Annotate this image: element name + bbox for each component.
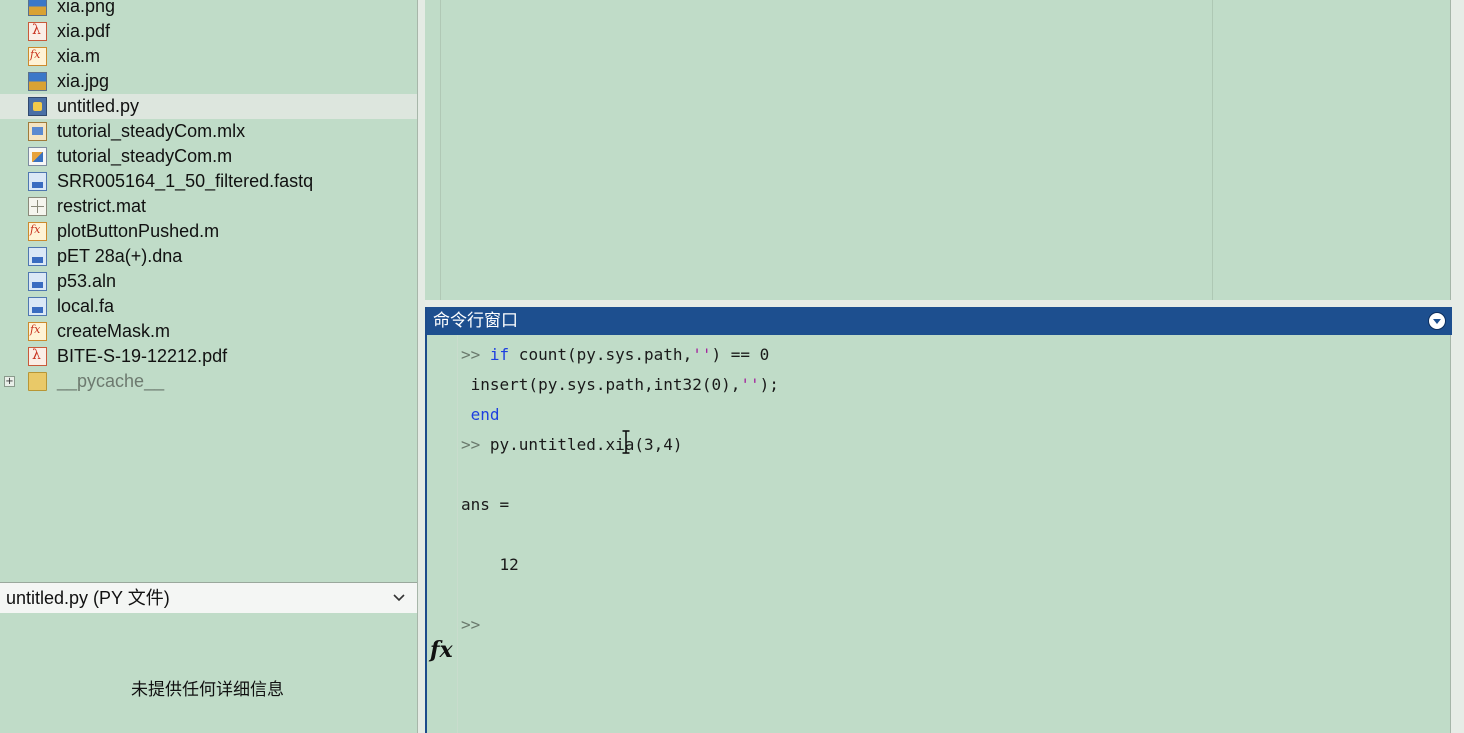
file-item[interactable]: xia.m bbox=[0, 44, 417, 69]
file-name: tutorial_steadyCom.m bbox=[57, 146, 233, 166]
file-item[interactable]: tutorial_steadyCom.mlx bbox=[0, 119, 417, 144]
file-name: pET 28a(+).dna bbox=[57, 246, 183, 266]
file-item[interactable]: p53.aln bbox=[0, 269, 417, 294]
matlab-script-icon bbox=[28, 222, 47, 241]
file-item[interactable]: pET 28a(+).dna bbox=[0, 244, 417, 269]
matlab-script-icon bbox=[28, 322, 47, 341]
prompt-symbol: >> bbox=[461, 345, 481, 364]
file-name: createMask.m bbox=[57, 321, 171, 341]
current-folder-panel: xia.png xia.pdf xia.m xia.jpg untitled.py tut… bbox=[0, 0, 417, 580]
code-string: '' bbox=[740, 375, 760, 394]
file-name: xia.png bbox=[57, 0, 116, 16]
chevron-down-icon[interactable] bbox=[391, 589, 407, 605]
file-name: xia.m bbox=[57, 46, 101, 66]
command-prompt-line: >> if count(py.sys.path,'') == 0 bbox=[461, 345, 769, 365]
file-name: plotButtonPushed.m bbox=[57, 221, 220, 241]
command-output-line: end bbox=[461, 405, 500, 425]
file-name: xia.jpg bbox=[57, 71, 110, 91]
file-item[interactable]: BITE-S-19-12212.pdf bbox=[0, 344, 417, 369]
image-file-icon bbox=[28, 0, 47, 16]
details-pane: 未提供任何详细信息 bbox=[0, 613, 417, 733]
file-name: BITE-S-19-12212.pdf bbox=[57, 346, 228, 366]
command-prompt-line: >> bbox=[461, 615, 480, 635]
expand-icon[interactable]: + bbox=[4, 376, 15, 387]
function-browser-icon[interactable]: fx bbox=[430, 637, 453, 663]
command-prompt-line: >> py.untitled.xia(3,4) bbox=[461, 435, 683, 455]
prompt-symbol: >> bbox=[461, 615, 481, 634]
mat-file-icon bbox=[28, 197, 47, 216]
details-empty-message: 未提供任何详细信息 bbox=[131, 680, 284, 700]
code-text: insert(py.sys.path,int32(0), bbox=[461, 375, 741, 394]
file-name: untitled.py bbox=[57, 96, 140, 116]
file-name: __pycache__ bbox=[57, 371, 165, 391]
live-script-icon bbox=[28, 122, 47, 141]
code-text: ) == 0 bbox=[711, 345, 770, 364]
file-item[interactable]: plotButtonPushed.m bbox=[0, 219, 417, 244]
code-keyword: end bbox=[470, 405, 500, 424]
details-header[interactable]: untitled.py (PY 文件) bbox=[0, 582, 417, 613]
file-item[interactable]: tutorial_steadyCom.m bbox=[0, 144, 417, 169]
folder-icon bbox=[28, 372, 47, 391]
file-item[interactable]: xia.pdf bbox=[0, 19, 417, 44]
pdf-file-icon bbox=[28, 347, 47, 366]
window-actions-icon[interactable] bbox=[1428, 312, 1446, 330]
file-name: restrict.mat bbox=[57, 196, 147, 216]
file-item[interactable]: createMask.m bbox=[0, 319, 417, 344]
file-name: xia.pdf bbox=[57, 21, 111, 41]
file-item[interactable]: untitled.py bbox=[0, 94, 417, 119]
prompt-symbol: >> bbox=[461, 435, 481, 454]
pdf-file-icon bbox=[28, 22, 47, 41]
code-text: py.untitled.xia(3,4) bbox=[480, 435, 683, 454]
code-string: '' bbox=[692, 345, 712, 364]
image-file-icon bbox=[28, 72, 47, 91]
file-item[interactable]: + __pycache__ bbox=[0, 369, 417, 394]
code-keyword: if bbox=[489, 345, 510, 364]
command-output-line: 12 bbox=[461, 555, 519, 575]
editor-gutter bbox=[425, 0, 441, 303]
matlab-script-icon bbox=[28, 47, 47, 66]
code-text: ans = bbox=[461, 495, 510, 514]
file-item[interactable]: local.fa bbox=[0, 294, 417, 319]
text-cursor-icon bbox=[622, 430, 630, 454]
command-output-line: ans = bbox=[461, 495, 509, 515]
file-item[interactable]: SRR005164_1_50_filtered.fastq bbox=[0, 169, 417, 194]
file-name: p53.aln bbox=[57, 271, 117, 291]
data-file-icon bbox=[28, 172, 47, 191]
command-gutter: fx bbox=[427, 335, 458, 733]
command-output-line: insert(py.sys.path,int32(0),''); bbox=[461, 375, 779, 395]
file-name: SRR005164_1_50_filtered.fastq bbox=[57, 171, 314, 191]
code-text: ); bbox=[759, 375, 779, 394]
command-window[interactable]: 命令行窗口 fx >> if count(py.sys.path,'') == … bbox=[425, 307, 1452, 733]
file-item[interactable]: xia.jpg bbox=[0, 69, 417, 94]
editor-area[interactable] bbox=[425, 0, 1464, 303]
code-text: count(py.sys.path, bbox=[509, 345, 693, 364]
command-window-title: 命令行窗口 bbox=[433, 311, 518, 331]
matlab-script-icon bbox=[28, 147, 47, 166]
details-title: untitled.py (PY 文件) bbox=[6, 588, 170, 608]
editor-right-margin-line bbox=[1212, 0, 1213, 300]
file-name: local.fa bbox=[57, 296, 115, 316]
code-text: 12 bbox=[461, 555, 519, 574]
file-item[interactable]: restrict.mat bbox=[0, 194, 417, 219]
python-file-icon bbox=[28, 97, 47, 116]
horizontal-splitter[interactable] bbox=[425, 300, 1451, 307]
file-item[interactable]: xia.png bbox=[0, 0, 417, 19]
data-file-icon bbox=[28, 297, 47, 316]
right-scrollbar[interactable] bbox=[1450, 0, 1464, 733]
file-name: tutorial_steadyCom.mlx bbox=[57, 121, 246, 141]
data-file-icon bbox=[28, 247, 47, 266]
command-window-titlebar: 命令行窗口 bbox=[427, 307, 1452, 335]
data-file-icon bbox=[28, 272, 47, 291]
